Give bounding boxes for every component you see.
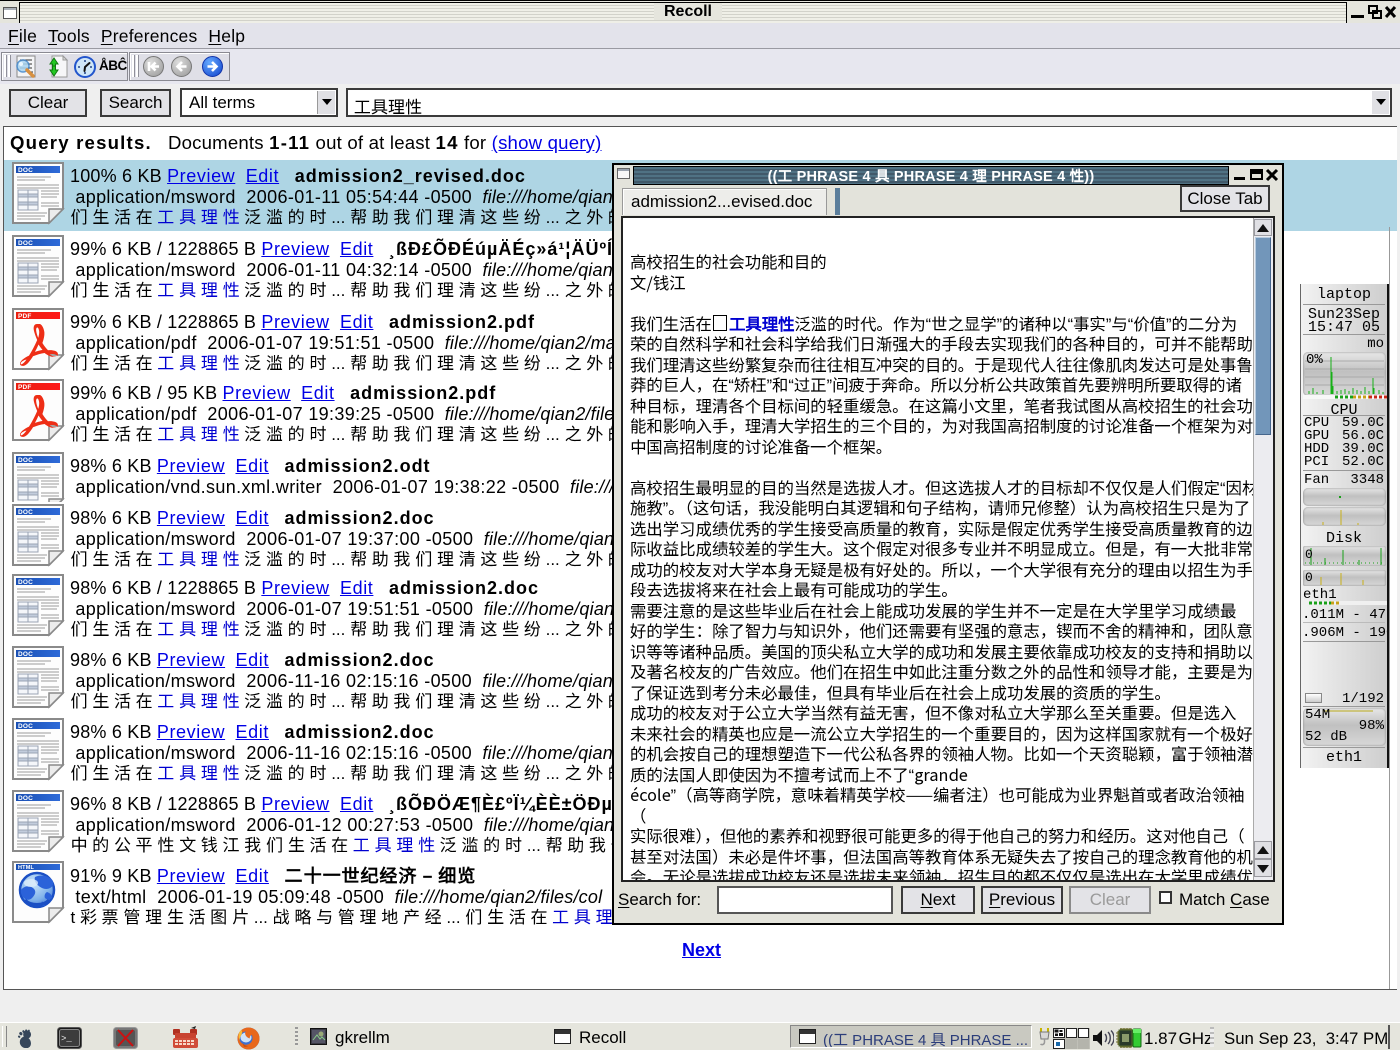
svg-text:DOC: DOC xyxy=(18,240,33,247)
svg-text:DOC: DOC xyxy=(18,651,33,658)
svg-text:PDF: PDF xyxy=(18,313,32,320)
svg-text:HTML: HTML xyxy=(18,865,35,871)
svg-text:DOC: DOC xyxy=(18,509,33,516)
svg-text:PDF: PDF xyxy=(18,384,32,391)
svg-text:DOC: DOC xyxy=(18,795,33,802)
svg-text:DOC: DOC xyxy=(18,167,33,174)
svg-text:DOC: DOC xyxy=(18,457,33,464)
svg-text:>_: >_ xyxy=(61,1034,72,1044)
svg-text:DOC: DOC xyxy=(18,723,33,730)
svg-text:DOC: DOC xyxy=(18,579,33,586)
